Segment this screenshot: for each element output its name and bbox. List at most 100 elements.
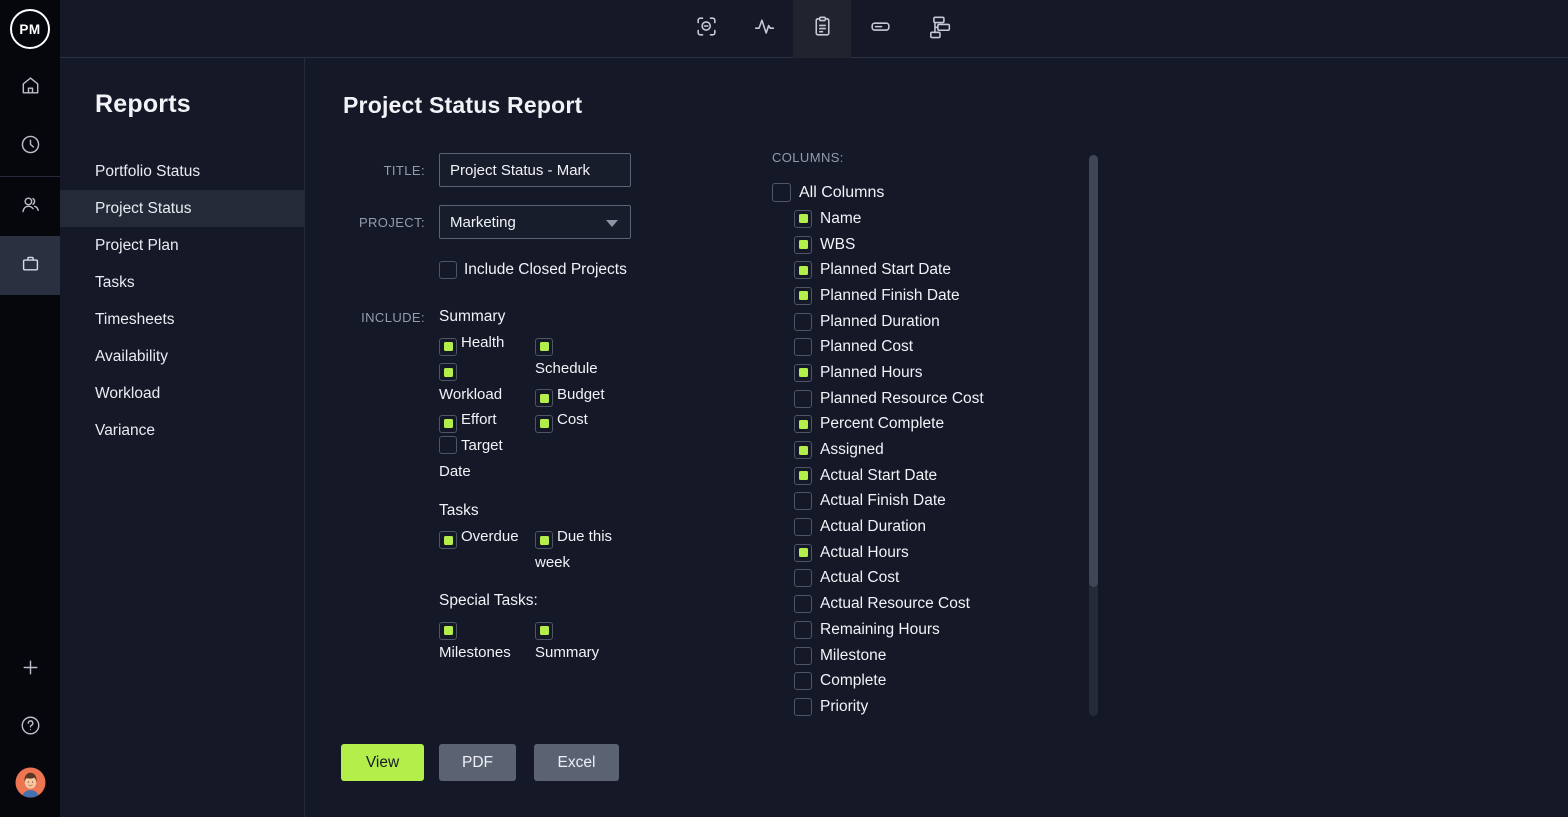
help-icon xyxy=(19,714,42,742)
column-option-actual-hours: Actual Hours xyxy=(794,540,984,566)
workflow-icon xyxy=(926,14,951,44)
checkbox-schedule[interactable] xyxy=(535,338,553,356)
checkbox-actual-resource-cost[interactable] xyxy=(794,595,812,613)
checkbox-summary[interactable] xyxy=(535,622,553,640)
checkbox-priority[interactable] xyxy=(794,698,812,716)
checkbox-planned-start-date[interactable] xyxy=(794,261,812,279)
top-tab-report-clipboard[interactable] xyxy=(793,0,851,58)
top-tab-workflow[interactable] xyxy=(909,0,967,58)
bar-icon xyxy=(868,14,893,44)
checkbox-overdue[interactable] xyxy=(439,531,457,549)
reports-list: Portfolio StatusProject StatusProject Pl… xyxy=(60,153,305,449)
checkbox-actual-cost[interactable] xyxy=(794,569,812,587)
rail-item-clock[interactable] xyxy=(0,117,60,176)
rail-item-help[interactable] xyxy=(0,703,60,753)
include-closed-row: Include Closed Projects xyxy=(439,261,627,279)
column-option-label: Name xyxy=(820,210,861,228)
column-option-label: Assigned xyxy=(820,441,884,459)
reports-list-item-timesheets[interactable]: Timesheets xyxy=(60,301,305,338)
checkbox-percent-complete[interactable] xyxy=(794,415,812,433)
checkbox-planned-cost[interactable] xyxy=(794,338,812,356)
checkbox-planned-duration[interactable] xyxy=(794,313,812,331)
project-select[interactable]: Marketing xyxy=(439,205,631,239)
column-option-label: Actual Cost xyxy=(820,569,899,587)
scrollbar-thumb[interactable] xyxy=(1089,155,1098,587)
excel-button[interactable]: Excel xyxy=(534,744,619,781)
reports-list-item-tasks[interactable]: Tasks xyxy=(60,264,305,301)
column-option-label: Actual Resource Cost xyxy=(820,595,970,613)
top-tab-bar[interactable] xyxy=(851,0,909,58)
column-option-actual-duration: Actual Duration xyxy=(794,514,984,540)
include-group-columns: OverdueDue this week xyxy=(439,524,649,576)
checkbox-cost[interactable] xyxy=(535,415,553,433)
checkbox-planned-finish-date[interactable] xyxy=(794,287,812,305)
rail-item-portfolio[interactable] xyxy=(0,236,60,295)
checkbox-planned-hours[interactable] xyxy=(794,364,812,382)
include-closed-checkbox[interactable] xyxy=(439,261,457,279)
include-column: Milestones xyxy=(439,614,523,666)
include-option-effort: Effort xyxy=(439,407,523,433)
column-option-label: Planned Start Date xyxy=(820,261,951,279)
column-option-percent-complete: Percent Complete xyxy=(794,412,984,438)
app: PM Reports Portfolio StatusProject Statu… xyxy=(0,0,1568,817)
reports-list-item-label: Tasks xyxy=(95,274,135,292)
report-title-input[interactable] xyxy=(439,153,631,187)
column-option-label: Priority xyxy=(820,698,868,716)
checkbox-actual-duration[interactable] xyxy=(794,518,812,536)
report-clipboard-icon xyxy=(810,14,835,44)
column-option-planned-duration: Planned Duration xyxy=(794,309,984,335)
column-option-label: Planned Finish Date xyxy=(820,287,960,305)
checkbox-wbs[interactable] xyxy=(794,236,812,254)
include-group-heading: Special Tasks: xyxy=(439,588,649,614)
checkbox-name[interactable] xyxy=(794,210,812,228)
column-option-milestone: Milestone xyxy=(794,643,984,669)
all-columns-checkbox[interactable] xyxy=(772,183,791,202)
checkbox-workload[interactable] xyxy=(439,363,457,381)
include-option-summary: Summary xyxy=(535,614,615,666)
checkbox-actual-hours[interactable] xyxy=(794,544,812,562)
checkbox-health[interactable] xyxy=(439,338,457,356)
rail-item-plus[interactable] xyxy=(0,645,60,695)
checkbox-actual-finish-date[interactable] xyxy=(794,492,812,510)
checkbox-remaining-hours[interactable] xyxy=(794,621,812,639)
pdf-button[interactable]: PDF xyxy=(439,744,516,781)
reports-list-item-label: Availability xyxy=(95,348,168,366)
top-tab-activity[interactable] xyxy=(735,0,793,58)
reports-list-item-variance[interactable]: Variance xyxy=(60,412,305,449)
reports-list-item-workload[interactable]: Workload xyxy=(60,375,305,412)
reports-list-item-availability[interactable]: Availability xyxy=(60,338,305,375)
column-option-label: Actual Finish Date xyxy=(820,492,946,510)
checkbox-assigned[interactable] xyxy=(794,441,812,459)
include-option-label: Effort xyxy=(461,411,497,428)
checkbox-target-date[interactable] xyxy=(439,436,457,454)
checkbox-milestone[interactable] xyxy=(794,647,812,665)
column-option-label: WBS xyxy=(820,236,855,254)
column-option-wbs: WBS xyxy=(794,232,984,258)
column-option-priority: Priority xyxy=(794,694,984,720)
checkbox-milestones[interactable] xyxy=(439,622,457,640)
all-columns-row: All Columns xyxy=(772,183,884,202)
columns-scrollbar[interactable] xyxy=(1089,155,1098,716)
rail-item-avatar[interactable] xyxy=(0,760,60,810)
reports-list-item-portfolio-status[interactable]: Portfolio Status xyxy=(60,153,305,190)
checkbox-complete[interactable] xyxy=(794,672,812,690)
checkbox-actual-start-date[interactable] xyxy=(794,467,812,485)
rail-item-team[interactable] xyxy=(0,177,60,236)
reports-list-item-project-plan[interactable]: Project Plan xyxy=(60,227,305,264)
view-button[interactable]: View xyxy=(341,744,424,781)
column-option-actual-resource-cost: Actual Resource Cost xyxy=(794,591,984,617)
reports-list-item-project-status[interactable]: Project Status xyxy=(60,190,305,227)
reports-list-item-label: Timesheets xyxy=(95,311,175,329)
checkbox-budget[interactable] xyxy=(535,389,553,407)
include-group-columns: MilestonesSummary xyxy=(439,614,649,666)
rail-item-home[interactable] xyxy=(0,58,60,117)
pm-logo[interactable]: PM xyxy=(0,0,60,58)
checkbox-effort[interactable] xyxy=(439,415,457,433)
include-group-tasks: TasksOverdueDue this week xyxy=(439,498,649,576)
columns-list: Name WBS Planned Start Date Planned Finish … xyxy=(794,206,984,720)
top-tab-search-report[interactable] xyxy=(677,0,735,58)
include-option-workload: Workload xyxy=(439,356,523,408)
checkbox-planned-resource-cost[interactable] xyxy=(794,390,812,408)
column-option-planned-hours: Planned Hours xyxy=(794,360,984,386)
checkbox-due-this-week[interactable] xyxy=(535,531,553,549)
